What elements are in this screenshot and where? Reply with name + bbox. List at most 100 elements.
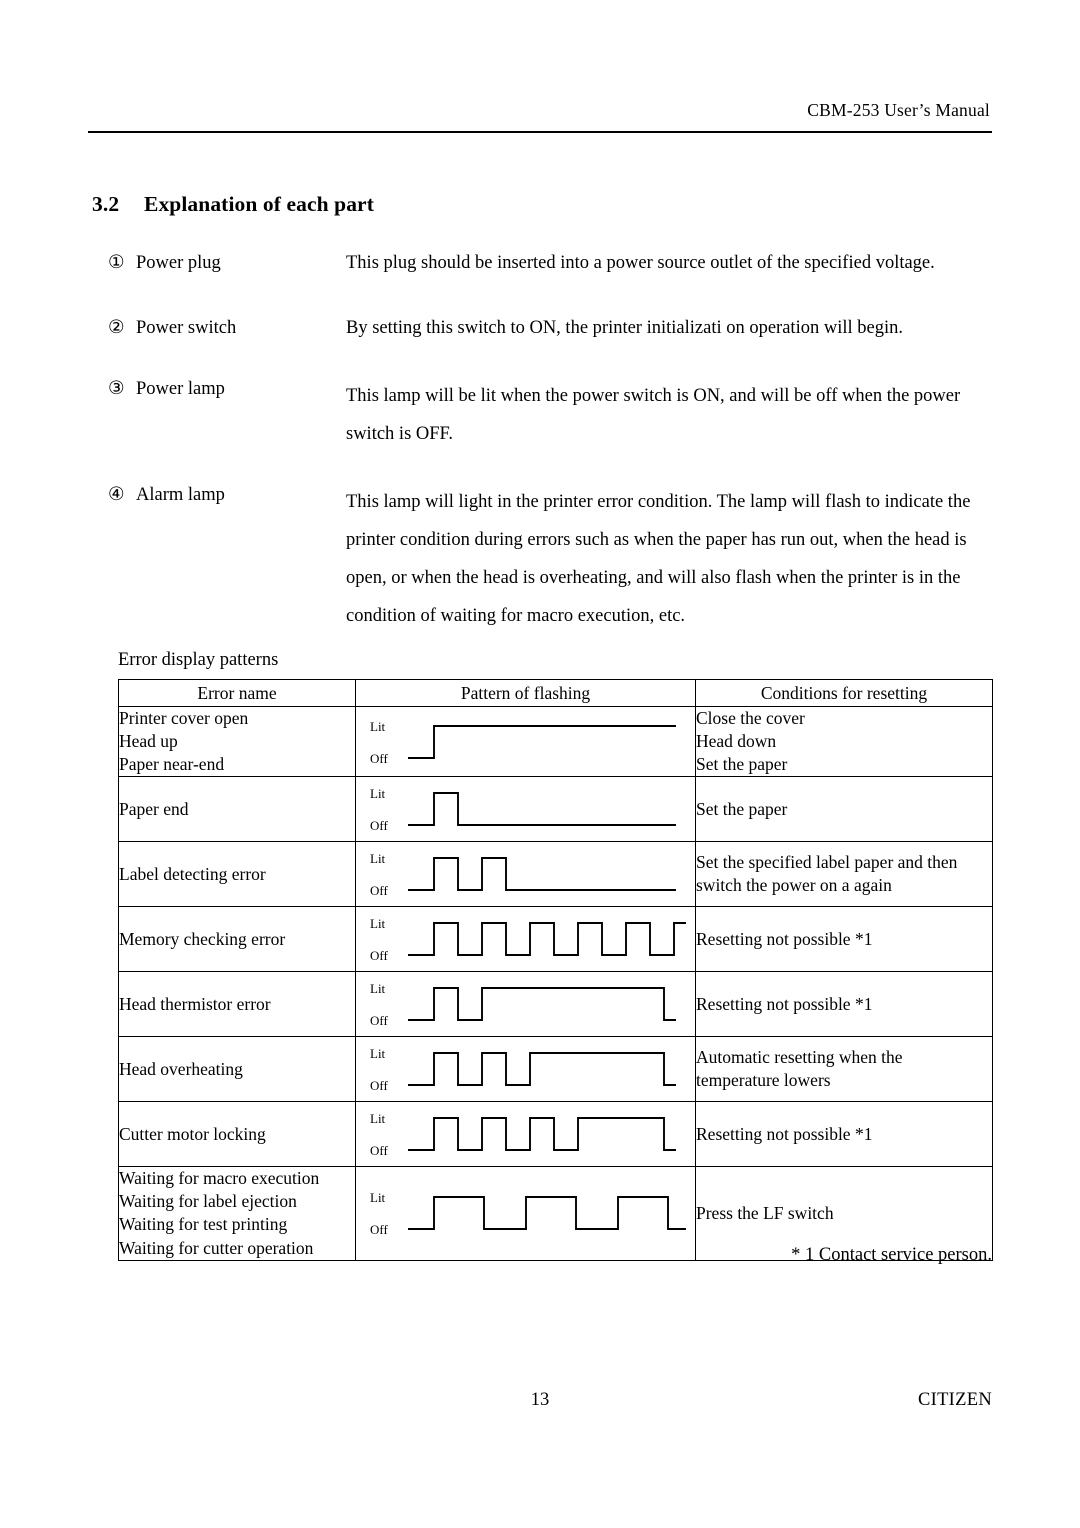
waveform-three-wide-pulses: Lit Off bbox=[370, 1190, 686, 1237]
brand-logo: CITIZEN bbox=[917, 1390, 992, 1410]
manual-title: CBM-253 User’s Manual bbox=[807, 100, 990, 120]
flash-pattern-cell: Lit Off bbox=[355, 971, 696, 1038]
error-name-cell: Head thermistor error bbox=[118, 971, 356, 1038]
waveform-trace bbox=[408, 724, 676, 759]
page-title: 3.2 Explanation of each part bbox=[92, 192, 374, 217]
reset-condition-line: Resetting not possible *1 bbox=[696, 993, 873, 1014]
flash-pattern-cell: Lit Off bbox=[355, 1101, 696, 1168]
column-header-pattern: Pattern of flashing bbox=[355, 679, 696, 707]
wave-label-off: Off bbox=[370, 1222, 388, 1237]
error-name-line: Label detecting error bbox=[119, 863, 266, 884]
reset-condition-line: Resetting not possible *1 bbox=[696, 1123, 873, 1144]
part-description: This lamp will be lit when the power swi… bbox=[346, 386, 961, 445]
reset-condition-line: Head down bbox=[696, 731, 777, 752]
parts-list: ① Power plug This plug should be inserte… bbox=[108, 252, 1008, 666]
waveform-trace bbox=[408, 792, 676, 827]
waveform-steady-on: Lit Off bbox=[370, 719, 676, 766]
header-divider bbox=[88, 131, 992, 133]
table-body: Printer cover open Head up Paper near-end L… bbox=[118, 705, 993, 1261]
waveform-two-short-pulses: Lit Off bbox=[370, 851, 676, 898]
wave-label-lit: Lit bbox=[370, 916, 386, 931]
waveform-trace bbox=[408, 1052, 676, 1087]
flash-pattern-cell: Lit Off bbox=[355, 705, 696, 778]
flash-pattern-cell: Lit Off bbox=[355, 1166, 696, 1261]
error-name-cell: Memory checking error bbox=[118, 906, 356, 973]
part-description: By setting this switch to ON, the printe… bbox=[346, 318, 903, 339]
footnote: * 1 Contact service person. bbox=[791, 1245, 992, 1265]
reset-condition-line: Close the cover bbox=[696, 708, 805, 728]
reset-condition-line: temperature lowers bbox=[696, 1070, 831, 1091]
error-name-line: Head overheating bbox=[119, 1058, 243, 1079]
table-row: Label detecting error Lit Off Set the speci… bbox=[118, 841, 993, 908]
error-name-cell: Printer cover open Head up Paper near-end bbox=[118, 705, 356, 778]
error-name-line: Waiting for label ejection bbox=[119, 1191, 297, 1212]
error-name-line: Paper end bbox=[119, 798, 189, 819]
page-header: CBM-253 User’s Manual bbox=[88, 100, 992, 133]
waveform-trace bbox=[408, 987, 676, 1022]
circled-number-3-icon: ③ bbox=[108, 379, 125, 400]
wave-label-lit: Lit bbox=[370, 1111, 386, 1126]
reset-condition-cell: Resetting not possible *1 bbox=[695, 1101, 993, 1168]
table-row: Head thermistor error Lit Off Resetting not… bbox=[118, 971, 993, 1038]
flash-pattern-cell: Lit Off bbox=[355, 1036, 696, 1103]
patterns-caption: Error display patterns bbox=[118, 650, 279, 670]
part-description: This lamp will light in the printer erro… bbox=[346, 492, 971, 626]
error-name-cell: Waiting for macro execution Waiting for l… bbox=[118, 1166, 356, 1261]
reset-condition-cell: Resetting not possible *1 bbox=[695, 971, 993, 1038]
table-header-row: Error name Pattern of flashing Condition… bbox=[118, 679, 993, 707]
wave-label-off: Off bbox=[370, 1143, 388, 1158]
table-row: Paper end Lit Off Set the paper bbox=[118, 776, 993, 843]
reset-condition-line: Set the paper bbox=[696, 798, 788, 819]
circled-number-2-icon: ② bbox=[108, 318, 125, 339]
waveform-trace bbox=[408, 1117, 676, 1152]
error-name-line: Waiting for macro execution bbox=[119, 1168, 320, 1189]
error-name-cell: Cutter motor locking bbox=[118, 1101, 356, 1168]
reset-condition-line: Set the specified label paper and then bbox=[696, 852, 958, 873]
flash-pattern-cell: Lit Off bbox=[355, 841, 696, 908]
reset-condition-line: Press the LF switch bbox=[696, 1202, 834, 1223]
wave-label-off: Off bbox=[370, 751, 388, 766]
part-label: Alarm lamp bbox=[136, 485, 225, 506]
error-name-line: Waiting for test printing bbox=[119, 1214, 288, 1235]
error-name-line: Paper near-end bbox=[119, 754, 225, 775]
circled-number-1-icon: ① bbox=[108, 253, 125, 273]
wave-label-lit: Lit bbox=[370, 1190, 386, 1205]
part-label: Power plug bbox=[136, 253, 221, 273]
error-name-line: Memory checking error bbox=[119, 928, 286, 949]
waveform-three-short-then-long: Lit Off bbox=[370, 1111, 676, 1158]
error-name-cell: Paper end bbox=[118, 776, 356, 843]
reset-condition-cell: Automatic resetting when the temperature … bbox=[695, 1036, 993, 1103]
reset-condition-line: Resetting not possible *1 bbox=[696, 928, 873, 949]
wave-label-off: Off bbox=[370, 883, 388, 898]
flash-pattern-cell: Lit Off bbox=[355, 906, 696, 973]
reset-condition-cell: Resetting not possible *1 bbox=[695, 906, 993, 973]
part-description: This plug should be inserted into a powe… bbox=[346, 253, 935, 273]
list-item: ① Power plug This plug should be inserte… bbox=[108, 252, 1008, 275]
section-number: 3.2 bbox=[92, 192, 120, 216]
error-pattern-table: Error name Pattern of flashing Condition… bbox=[118, 679, 993, 1261]
error-name-cell: Label detecting error bbox=[118, 841, 356, 908]
error-name-line: Head up bbox=[119, 731, 178, 752]
list-item: ② Power switch By setting this switch to… bbox=[108, 317, 1008, 340]
waveform-trace bbox=[408, 922, 686, 957]
error-name-line: Waiting for cutter operation bbox=[119, 1237, 314, 1258]
table-row: Memory checking error Lit Off Resetting not… bbox=[118, 906, 993, 973]
part-label: Power switch bbox=[136, 318, 237, 339]
wave-label-lit: Lit bbox=[370, 786, 386, 801]
wave-label-off: Off bbox=[370, 1078, 388, 1093]
error-name-line: Cutter motor locking bbox=[119, 1123, 266, 1144]
reset-condition-cell: Set the specified label paper and then sw… bbox=[695, 841, 993, 908]
reset-condition-line: Set the paper bbox=[696, 754, 788, 775]
table-row: Cutter motor locking Lit Off Resetting not … bbox=[118, 1101, 993, 1168]
waveform-trace bbox=[408, 1196, 686, 1231]
waveform-continuous-pulses-6: Lit Off bbox=[370, 916, 686, 963]
error-name-line: Head thermistor error bbox=[119, 993, 271, 1014]
wave-label-lit: Lit bbox=[370, 851, 386, 866]
wave-label-lit: Lit bbox=[370, 1046, 386, 1061]
list-item: ③ Power lamp This lamp will be lit when … bbox=[108, 378, 1008, 454]
wave-label-lit: Lit bbox=[370, 719, 386, 734]
reset-condition-cell: Close the cover Head down Set the paper bbox=[695, 705, 993, 778]
section-title: Explanation of each part bbox=[144, 192, 374, 216]
waveform-one-short-then-long: Lit Off bbox=[370, 981, 676, 1028]
wave-label-off: Off bbox=[370, 948, 388, 963]
